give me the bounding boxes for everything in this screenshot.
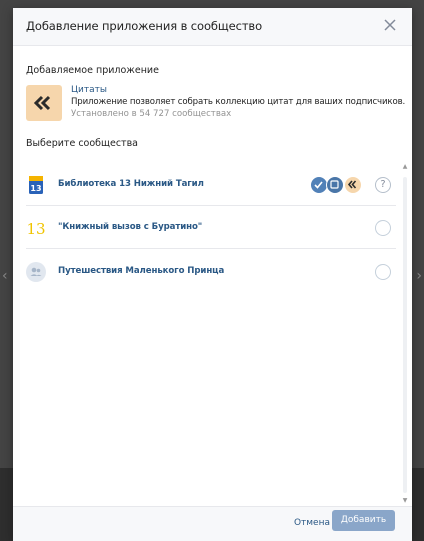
community-avatar: 13 <box>26 175 46 195</box>
dialog-header: Добавление приложения в сообщество <box>13 8 412 46</box>
double-chevron-left-icon <box>26 85 62 121</box>
close-icon[interactable] <box>382 17 398 33</box>
community-avatar: 13 <box>26 218 46 238</box>
select-radio[interactable] <box>375 220 391 236</box>
community-name[interactable]: Библиотека 13 Нижний Тагил <box>58 179 204 189</box>
backdrop-strip-right <box>412 468 424 541</box>
add-app-dialog: Добавление приложения в сообщество Добав… <box>13 8 412 541</box>
community-row[interactable]: 13 "Книжный вызов с Буратино" <box>26 207 396 249</box>
svg-text:13: 13 <box>26 220 45 238</box>
dialog-title: Добавление приложения в сообщество <box>26 19 263 33</box>
scroll-down-icon[interactable]: ▼ <box>401 497 409 504</box>
community-avatar <box>26 262 46 282</box>
community-name[interactable]: "Книжный вызов с Буратино" <box>58 222 202 232</box>
community-row[interactable]: 13 Библиотека 13 Нижний Тагил ? <box>26 164 396 206</box>
prev-arrow-icon[interactable]: ‹ <box>2 268 8 284</box>
app-card: Цитаты Приложение позволяет собрать колл… <box>26 85 406 127</box>
app-name-link[interactable]: Цитаты <box>71 85 107 95</box>
installed-apps-stack <box>310 176 368 194</box>
communities-section-label: Выберите сообщества <box>26 138 139 149</box>
community-row[interactable]: Путешествия Маленького Принца <box>26 251 396 293</box>
dialog-footer: Отмена Добавить <box>13 506 412 541</box>
backdrop-strip-left <box>0 468 13 541</box>
select-radio[interactable] <box>375 264 391 280</box>
list-scrollbar[interactable]: ▲ ▼ <box>401 163 409 507</box>
double-chevron-left-icon <box>344 176 362 194</box>
app-description: Приложение позволяет собрать коллекцию ц… <box>71 97 406 107</box>
scroll-track[interactable] <box>403 177 407 493</box>
app-icon <box>326 176 344 194</box>
svg-text:13: 13 <box>30 184 41 193</box>
app-installs-count: Установлено в 54 727 сообществах <box>71 109 232 119</box>
cancel-button[interactable]: Отмена <box>294 518 330 528</box>
community-name[interactable]: Путешествия Маленького Принца <box>58 266 224 276</box>
scroll-up-icon[interactable]: ▲ <box>401 163 409 170</box>
next-arrow-icon[interactable]: › <box>416 268 422 284</box>
app-section-label: Добавляемое приложение <box>26 65 159 76</box>
help-icon[interactable]: ? <box>375 177 391 193</box>
add-button[interactable]: Добавить <box>332 510 395 531</box>
